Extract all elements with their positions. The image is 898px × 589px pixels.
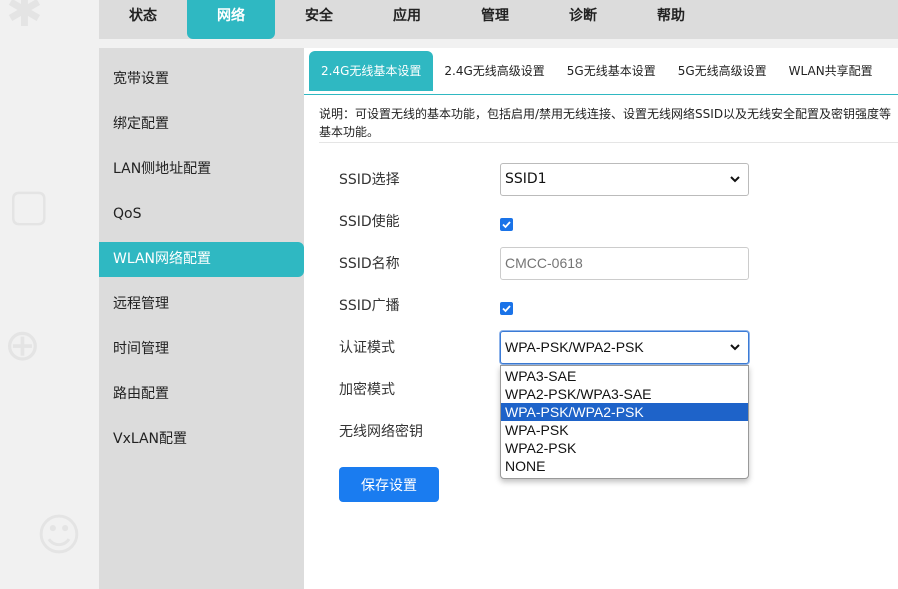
main-panel: 2.4G无线基本设置 2.4G无线高级设置 5G无线基本设置 5G无线高级设置 … bbox=[304, 48, 898, 589]
tab-bar: 2.4G无线基本设置 2.4G无线高级设置 5G无线基本设置 5G无线高级设置 … bbox=[304, 48, 898, 94]
row-ssid-select: SSID选择 SSID1 bbox=[339, 162, 749, 196]
ssid-select[interactable]: SSID1 bbox=[500, 162, 749, 196]
auth-option-none[interactable]: NONE bbox=[501, 457, 748, 475]
row-ssid-broadcast: SSID广播 bbox=[339, 288, 513, 322]
nav-security[interactable]: 安全 bbox=[275, 0, 363, 39]
row-encryption-mode: 加密模式 bbox=[339, 372, 500, 406]
check-icon bbox=[502, 304, 511, 312]
nav-diagnosis[interactable]: 诊断 bbox=[539, 0, 627, 39]
auth-option-wpa-psk[interactable]: WPA-PSK bbox=[501, 421, 748, 439]
ssid-name-label: SSID名称 bbox=[339, 256, 400, 272]
sidebar-item-wlan[interactable]: WLAN网络配置 bbox=[99, 242, 304, 277]
ssid-broadcast-checkbox[interactable] bbox=[500, 301, 513, 315]
auth-option-wpa2-wpa3[interactable]: WPA2-PSK/WPA3-SAE bbox=[501, 385, 748, 403]
description-text: 说明：可设置无线的基本功能，包括启用/禁用无线连接、设置无线网络SSID以及无线… bbox=[319, 107, 892, 139]
auth-option-wpa3-sae[interactable]: WPA3-SAE bbox=[501, 367, 748, 385]
row-auth-mode: 认证模式 WPA-PSK/WPA2-PSK bbox=[339, 330, 749, 364]
background-decoration: ✱ bbox=[6, 0, 43, 37]
save-button[interactable]: 保存设置 bbox=[339, 467, 439, 502]
nav-status[interactable]: 状态 bbox=[99, 0, 187, 39]
nav-help[interactable]: 帮助 bbox=[627, 0, 715, 39]
chevron-down-icon bbox=[730, 176, 740, 183]
sidebar-item-vxlan[interactable]: VxLAN配置 bbox=[99, 422, 304, 457]
chevron-down-icon bbox=[730, 344, 740, 351]
check-icon bbox=[502, 220, 511, 228]
auth-option-wpa-wpa2[interactable]: WPA-PSK/WPA2-PSK bbox=[501, 403, 748, 421]
tab-5g-advanced[interactable]: 5G无线高级设置 bbox=[667, 51, 778, 91]
nav-application[interactable]: 应用 bbox=[363, 0, 451, 39]
background-decoration: ▢ bbox=[8, 180, 50, 231]
nav-network[interactable]: 网络 bbox=[187, 0, 275, 39]
sidebar-item-lan[interactable]: LAN侧地址配置 bbox=[99, 152, 304, 187]
row-wireless-key: 无线网络密钥 bbox=[339, 414, 500, 448]
nav-management[interactable]: 管理 bbox=[451, 0, 539, 39]
sidebar-item-time[interactable]: 时间管理 bbox=[99, 332, 304, 367]
description-divider bbox=[319, 142, 898, 143]
ssid-enable-label: SSID使能 bbox=[339, 214, 400, 230]
tab-5g-basic[interactable]: 5G无线基本设置 bbox=[556, 51, 667, 91]
auth-mode-select[interactable]: WPA-PSK/WPA2-PSK bbox=[500, 330, 749, 364]
ssid-select-value: SSID1 bbox=[505, 171, 547, 187]
sidebar-item-broadband[interactable]: 宽带设置 bbox=[99, 62, 304, 97]
auth-mode-dropdown: WPA3-SAE WPA2-PSK/WPA3-SAE WPA-PSK/WPA2-… bbox=[500, 365, 749, 479]
row-ssid-name: SSID名称 bbox=[339, 246, 749, 280]
wireless-key-label: 无线网络密钥 bbox=[339, 424, 423, 440]
sidebar-item-qos[interactable]: QoS bbox=[99, 197, 304, 232]
ssid-enable-checkbox[interactable] bbox=[500, 217, 513, 231]
background-decoration: ⊕ bbox=[4, 320, 41, 371]
sidebar-item-binding[interactable]: 绑定配置 bbox=[99, 107, 304, 142]
tab-24g-advanced[interactable]: 2.4G无线高级设置 bbox=[433, 51, 555, 91]
sidebar-item-routing[interactable]: 路由配置 bbox=[99, 377, 304, 412]
ssid-select-label: SSID选择 bbox=[339, 172, 400, 188]
auth-mode-label: 认证模式 bbox=[339, 340, 395, 356]
auth-option-wpa2-psk[interactable]: WPA2-PSK bbox=[501, 439, 748, 457]
tab-divider bbox=[304, 94, 898, 95]
tab-24g-basic[interactable]: 2.4G无线基本设置 bbox=[309, 51, 434, 91]
encryption-mode-label: 加密模式 bbox=[339, 382, 395, 398]
ssid-name-input[interactable] bbox=[500, 246, 749, 280]
ssid-broadcast-label: SSID广播 bbox=[339, 298, 400, 314]
sidebar-item-remote[interactable]: 远程管理 bbox=[99, 287, 304, 322]
auth-mode-value: WPA-PSK/WPA2-PSK bbox=[505, 339, 644, 355]
background-decoration: ☺ bbox=[36, 510, 82, 561]
row-ssid-enable: SSID使能 bbox=[339, 204, 513, 238]
sidebar: 宽带设置 绑定配置 LAN侧地址配置 QoS WLAN网络配置 远程管理 时间管… bbox=[99, 48, 304, 589]
top-navigation: 状态 网络 安全 应用 管理 诊断 帮助 bbox=[99, 0, 898, 39]
tab-wlan-share[interactable]: WLAN共享配置 bbox=[778, 51, 884, 91]
